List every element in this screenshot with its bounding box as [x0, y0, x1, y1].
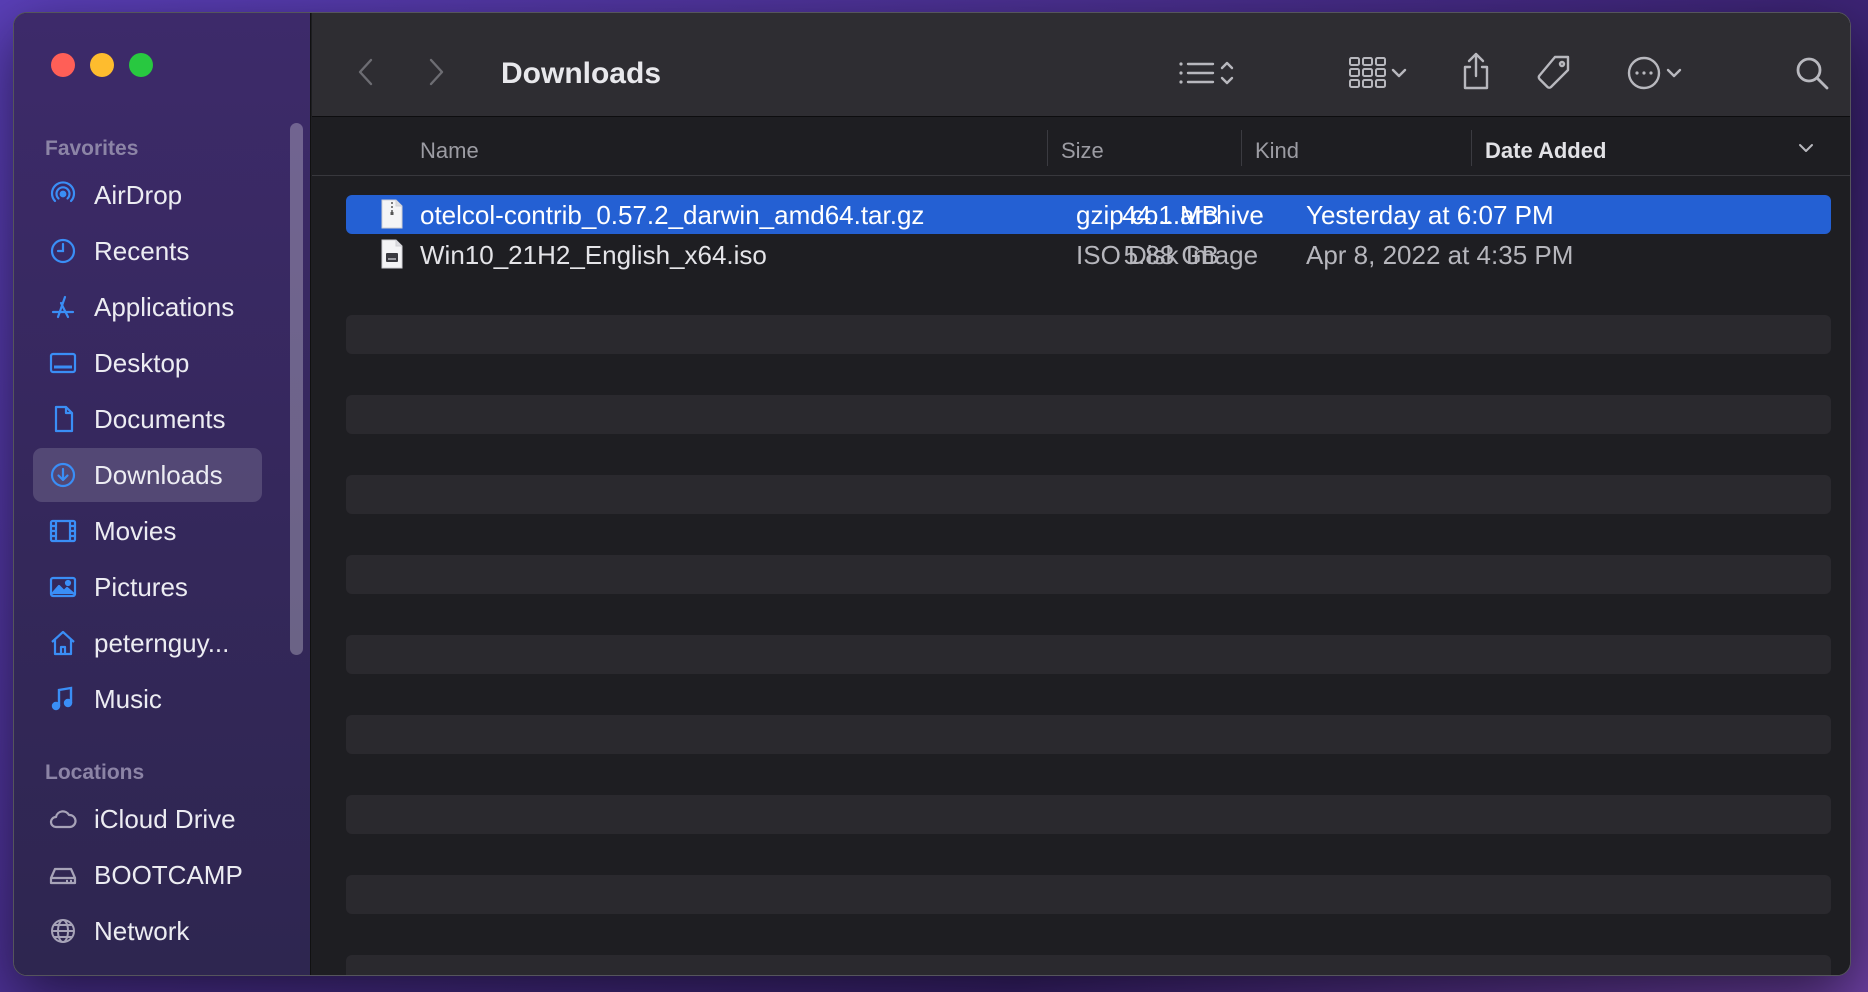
- sidebar-item-icloud-drive[interactable]: iCloud Drive: [33, 792, 262, 846]
- close-button[interactable]: [51, 53, 75, 77]
- photo-icon: [46, 570, 80, 604]
- empty-row: [346, 955, 1831, 975]
- empty-row: [346, 795, 1831, 834]
- column-name[interactable]: Name: [420, 138, 479, 164]
- grid-icon: [1348, 56, 1388, 95]
- empty-row: [346, 715, 1831, 754]
- sidebar-item-home[interactable]: peternguy...: [33, 616, 262, 670]
- main-content: Downloads Name Size Kind Date Added otel…: [312, 13, 1850, 975]
- search-icon: [1793, 54, 1831, 97]
- chevron-up-down-icon: [1217, 57, 1237, 94]
- file-name: Win10_21H2_English_x64.iso: [420, 240, 767, 270]
- applications-icon: [46, 290, 80, 324]
- empty-row: [346, 315, 1831, 354]
- sidebar-item-airdrop[interactable]: AirDrop: [33, 168, 262, 222]
- table-row[interactable]: otelcol-contrib_0.57.2_darwin_amd64.tar.…: [346, 195, 1831, 234]
- chevron-down-icon: [1388, 63, 1410, 88]
- sidebar-item-music[interactable]: Music: [33, 672, 262, 726]
- file-date-added: Apr 8, 2022 at 4:35 PM: [1306, 240, 1574, 270]
- ellipsis-circle-icon: [1625, 54, 1663, 97]
- download-icon: [46, 458, 80, 492]
- empty-row: [346, 555, 1831, 594]
- sidebar-item-recents[interactable]: Recents: [33, 224, 262, 278]
- window-title: Downloads: [501, 57, 662, 90]
- file-kind: gzip co...archive: [1076, 200, 1264, 230]
- sidebar-item-label: Documents: [94, 403, 226, 434]
- globe-icon: [46, 914, 80, 948]
- sidebar-item-label: Recents: [94, 235, 190, 266]
- sidebar-item-label: BOOTCAMP: [94, 859, 243, 890]
- music-note-icon: [46, 682, 80, 716]
- sidebar-item-pictures[interactable]: Pictures: [33, 560, 262, 614]
- table-row[interactable]: Win10_21H2_English_x64.iso 5.88 GB ISO D…: [346, 235, 1831, 274]
- tag-icon: [1534, 53, 1574, 98]
- file-date-added: Yesterday at 6:07 PM: [1306, 200, 1554, 230]
- favorites-section-title: Favorites: [45, 137, 139, 160]
- sidebar: Favorites AirDrop Recents Applications D…: [14, 13, 311, 975]
- disk-image-file-icon: [380, 239, 404, 269]
- column-size[interactable]: Size: [1061, 138, 1104, 164]
- search-button[interactable]: [1792, 55, 1832, 95]
- sidebar-item-label: iCloud Drive: [94, 803, 236, 834]
- minimize-button[interactable]: [90, 53, 114, 77]
- group-by-button[interactable]: [1342, 56, 1416, 95]
- desktop-icon: [46, 346, 80, 380]
- column-divider[interactable]: [1471, 130, 1472, 166]
- toolbar: Downloads: [312, 13, 1850, 117]
- cloud-icon: [46, 802, 80, 836]
- clock-icon: [46, 234, 80, 268]
- empty-row: [346, 475, 1831, 514]
- sidebar-item-label: Pictures: [94, 571, 188, 602]
- file-kind: ISO Disk Image: [1076, 240, 1259, 270]
- view-mode-button[interactable]: [1167, 57, 1247, 93]
- sidebar-item-label: Downloads: [94, 459, 223, 490]
- sidebar-item-label: Desktop: [94, 347, 190, 378]
- sidebar-item-label: AirDrop: [94, 179, 183, 210]
- sidebar-item-label: Network: [94, 915, 190, 946]
- share-icon: [1458, 50, 1494, 97]
- window-controls: [51, 53, 153, 77]
- sidebar-item-label: Applications: [94, 291, 235, 322]
- chevron-down-icon: [1663, 63, 1685, 88]
- disk-icon: [46, 858, 80, 892]
- sidebar-item-label: Music: [94, 683, 162, 714]
- sidebar-item-label: peternguy...: [94, 627, 230, 658]
- sidebar-item-documents[interactable]: Documents: [33, 392, 262, 446]
- chevron-left-icon: [355, 56, 377, 93]
- home-icon: [46, 626, 80, 660]
- empty-row: [346, 395, 1831, 434]
- sidebar-item-label: Movies: [94, 515, 177, 546]
- sidebar-item-movies[interactable]: Movies: [33, 504, 262, 558]
- sort-descending-icon[interactable]: [1796, 138, 1816, 163]
- tags-button[interactable]: [1532, 55, 1576, 95]
- chevron-right-icon: [425, 56, 447, 93]
- document-icon: [46, 402, 80, 436]
- archive-file-icon: [380, 199, 404, 229]
- sidebar-item-bootcamp[interactable]: BOOTCAMP: [33, 848, 262, 902]
- sidebar-scrollbar[interactable]: [290, 123, 303, 655]
- film-icon: [46, 514, 80, 548]
- file-name: otelcol-contrib_0.57.2_darwin_amd64.tar.…: [420, 200, 925, 230]
- airdrop-icon: [46, 178, 80, 212]
- column-date-added[interactable]: Date Added: [1485, 138, 1606, 164]
- sidebar-item-network[interactable]: Network: [33, 904, 262, 958]
- sidebar-item-desktop[interactable]: Desktop: [33, 336, 262, 390]
- list-view-icon: [1177, 57, 1217, 94]
- action-menu-button[interactable]: [1618, 55, 1692, 95]
- sidebar-item-downloads[interactable]: Downloads: [33, 448, 262, 502]
- forward-button[interactable]: [422, 57, 450, 91]
- finder-window: Favorites AirDrop Recents Applications D…: [13, 12, 1851, 976]
- column-header: Name Size Kind Date Added: [312, 118, 1850, 176]
- column-divider[interactable]: [1047, 130, 1048, 166]
- column-kind[interactable]: Kind: [1255, 138, 1299, 164]
- empty-row: [346, 635, 1831, 674]
- back-button[interactable]: [352, 57, 380, 91]
- zoom-button[interactable]: [129, 53, 153, 77]
- column-divider[interactable]: [1241, 130, 1242, 166]
- empty-row: [346, 875, 1831, 914]
- locations-section-title: Locations: [45, 761, 145, 784]
- share-button[interactable]: [1456, 51, 1496, 95]
- sidebar-item-applications[interactable]: Applications: [33, 280, 262, 334]
